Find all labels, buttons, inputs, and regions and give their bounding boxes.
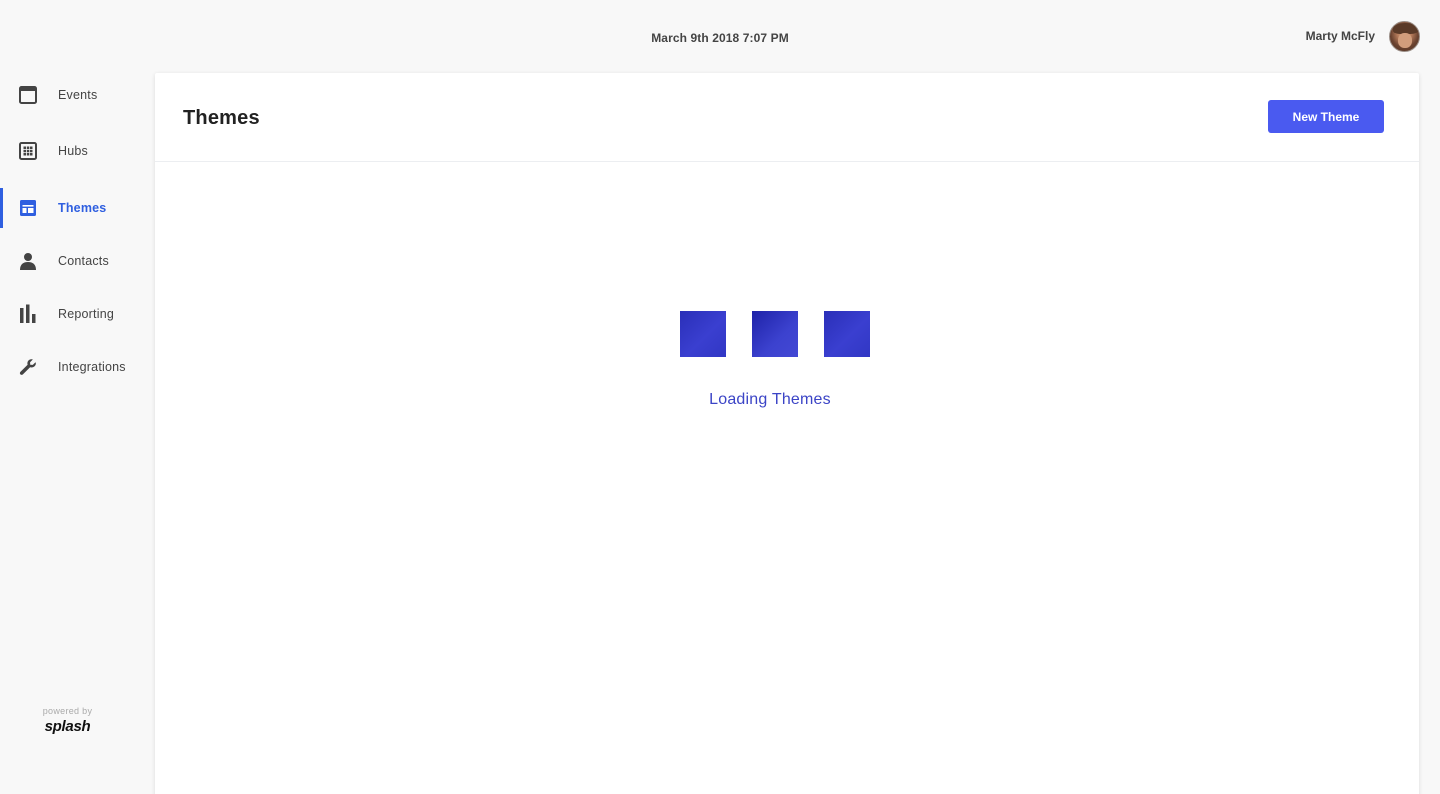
sidebar-item-contacts[interactable]: Contacts bbox=[0, 241, 155, 281]
bar-chart-icon bbox=[18, 304, 38, 324]
loading-indicator: Loading Themes bbox=[155, 73, 1419, 794]
loading-text: Loading Themes bbox=[709, 391, 831, 408]
loader-block bbox=[680, 311, 726, 357]
calendar-icon bbox=[18, 85, 38, 105]
sidebar-item-hubs[interactable]: Hubs bbox=[0, 131, 155, 171]
grid-icon bbox=[18, 141, 38, 161]
wrench-icon bbox=[18, 357, 38, 377]
current-datetime: March 9th 2018 7:07 PM bbox=[651, 31, 789, 45]
sidebar-item-label: Hubs bbox=[58, 144, 88, 158]
sidebar-item-label: Contacts bbox=[58, 254, 109, 268]
top-bar: March 9th 2018 7:07 PM Marty McFly bbox=[0, 0, 1440, 74]
themes-panel: Themes New Theme Loading Themes bbox=[155, 73, 1419, 794]
sidebar-item-label: Events bbox=[58, 88, 98, 102]
sidebar-item-label: Reporting bbox=[58, 307, 114, 321]
powered-by-label: powered by bbox=[42, 706, 93, 716]
sidebar-item-integrations[interactable]: Integrations bbox=[0, 347, 155, 387]
user-name[interactable]: Marty McFly bbox=[1306, 29, 1375, 43]
sidebar-item-label: Integrations bbox=[58, 360, 126, 374]
sidebar: Events Hubs Themes Contacts Reporting In… bbox=[0, 74, 155, 794]
splash-logo[interactable]: splash bbox=[0, 718, 135, 735]
person-icon bbox=[18, 251, 38, 271]
sidebar-item-events[interactable]: Events bbox=[0, 75, 155, 115]
user-menu[interactable]: Marty McFly bbox=[1306, 20, 1420, 52]
avatar[interactable] bbox=[1389, 20, 1420, 52]
sidebar-item-reporting[interactable]: Reporting bbox=[0, 294, 155, 334]
powered-by-splash[interactable]: powered by splash bbox=[0, 706, 135, 735]
loader-block bbox=[824, 311, 870, 357]
sidebar-item-label: Themes bbox=[58, 201, 107, 215]
loader-block bbox=[752, 311, 798, 357]
sidebar-item-themes[interactable]: Themes bbox=[0, 188, 155, 228]
layout-icon bbox=[18, 198, 38, 218]
